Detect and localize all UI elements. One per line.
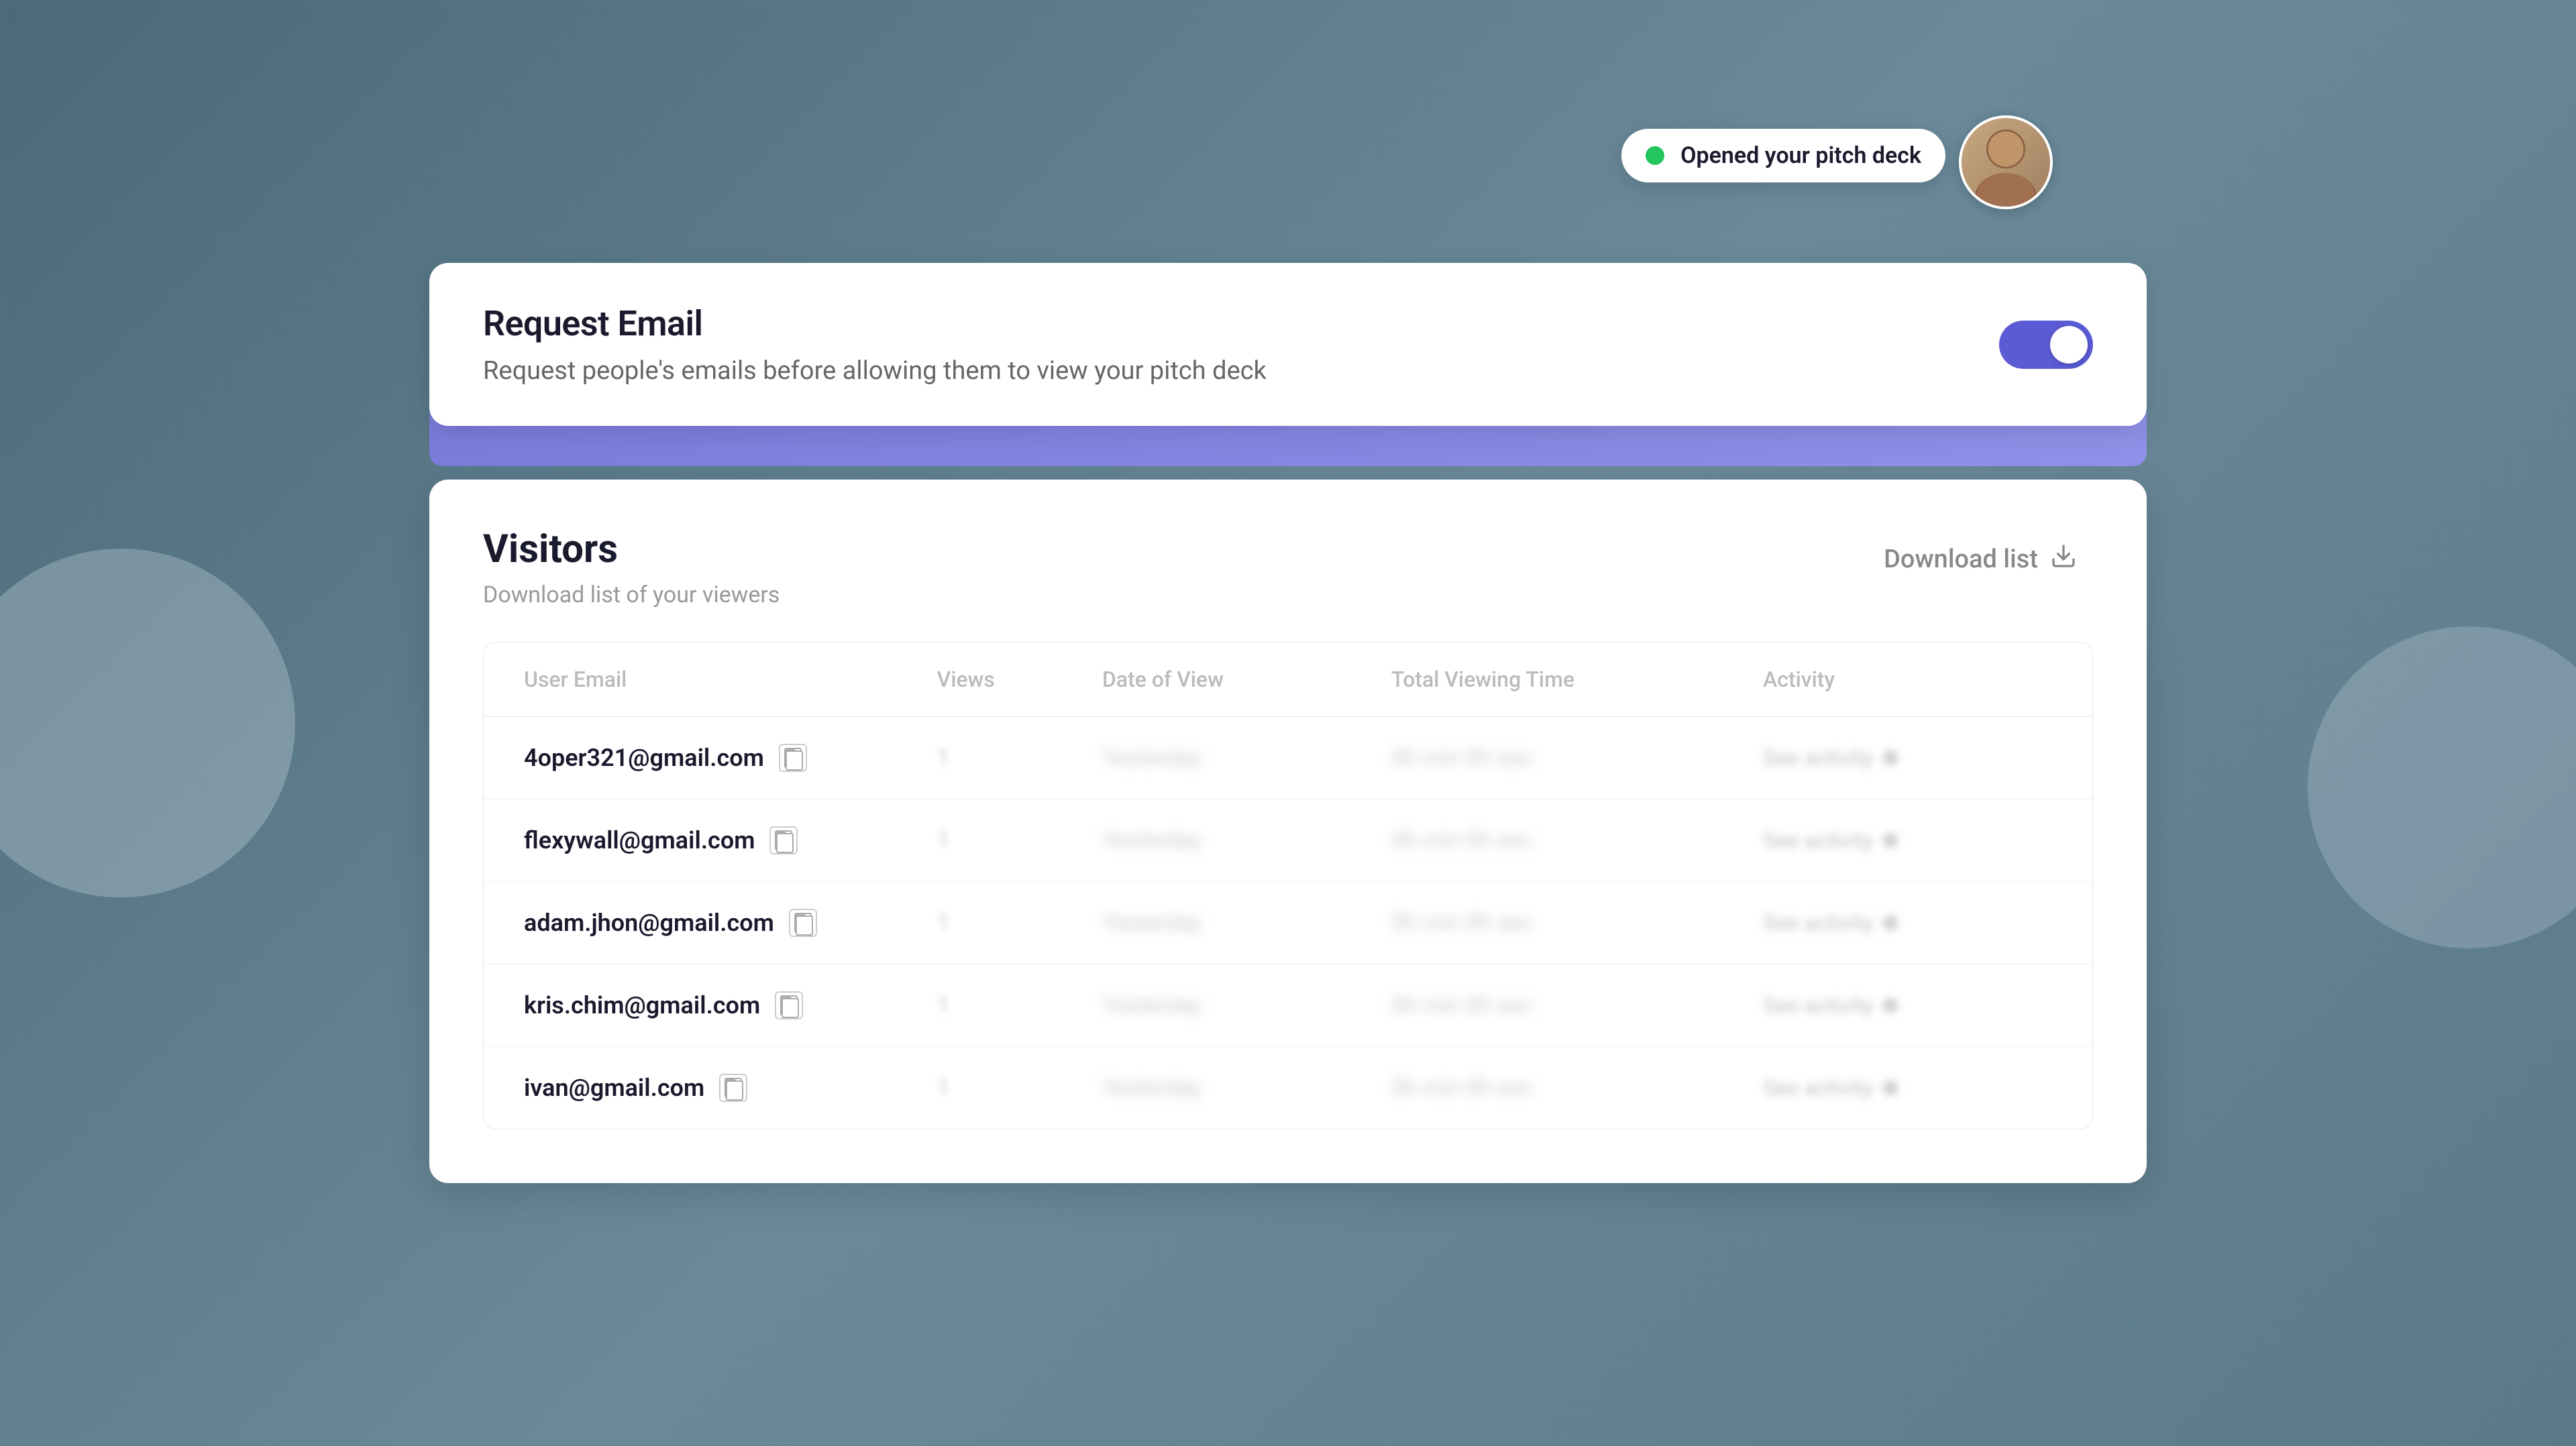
- email-text-1: 4oper321@gmail.com: [524, 744, 764, 772]
- email-text-5: ivan@gmail.com: [524, 1074, 704, 1102]
- email-text-4: kris.chim@gmail.com: [524, 991, 760, 1019]
- col-header-email: User Email: [524, 667, 937, 692]
- date-cell-1: Yesterday: [1102, 744, 1391, 771]
- activity-text-5: See activity: [1763, 1075, 1874, 1101]
- activity-text-1: See activity: [1763, 745, 1874, 771]
- activity-btn-3[interactable]: See activity: [1763, 910, 2052, 936]
- visitors-table: User Email Views Date of View Total View…: [483, 642, 2093, 1129]
- date-cell-4: Yesterday: [1102, 992, 1391, 1019]
- bg-decoration-right: [2308, 626, 2576, 948]
- activity-dot-4: [1883, 998, 1898, 1013]
- activity-btn-2[interactable]: See activity: [1763, 828, 2052, 853]
- bg-decoration-left: [0, 549, 295, 897]
- notification-badge: Opened your pitch deck: [1621, 129, 1945, 182]
- toggle-container[interactable]: [1999, 321, 2093, 369]
- date-cell-3: Yesterday: [1102, 909, 1391, 936]
- time-cell-4: 0h min 0h sec: [1391, 992, 1763, 1019]
- visitors-heading: Visitors: [483, 526, 780, 572]
- visitors-card: Visitors Download list of your viewers D…: [429, 480, 2147, 1183]
- activity-btn-4[interactable]: See activity: [1763, 993, 2052, 1018]
- request-email-title: Request Email: [483, 303, 1267, 344]
- date-cell-5: Yesterday: [1102, 1074, 1391, 1101]
- download-list-button[interactable]: Download list: [1868, 532, 2093, 587]
- email-cell-2: flexywall@gmail.com: [524, 826, 937, 854]
- email-cell-3: adam.jhon@gmail.com: [524, 909, 937, 937]
- request-email-description: Request people's emails before allowing …: [483, 356, 1267, 386]
- views-cell-5: 1: [937, 1074, 1102, 1101]
- table-row: adam.jhon@gmail.com 1 Yesterday 0h min 0…: [484, 882, 2092, 964]
- activity-text-3: See activity: [1763, 910, 1874, 936]
- copy-icon-4[interactable]: [775, 991, 803, 1019]
- notification-text: Opened your pitch deck: [1680, 142, 1921, 169]
- table-header: User Email Views Date of View Total View…: [484, 643, 2092, 717]
- copy-icon-1[interactable]: [779, 744, 807, 772]
- copy-icon-2[interactable]: [769, 826, 798, 854]
- activity-dot-3: [1883, 915, 1898, 930]
- activity-btn-1[interactable]: See activity: [1763, 745, 2052, 771]
- table-row: kris.chim@gmail.com 1 Yesterday 0h min 0…: [484, 964, 2092, 1047]
- col-header-date: Date of View: [1102, 667, 1391, 692]
- activity-dot-2: [1883, 833, 1898, 848]
- avatar-image: [1962, 118, 2050, 207]
- request-email-text: Request Email Request people's emails be…: [483, 303, 1267, 386]
- activity-dot-1: [1883, 750, 1898, 765]
- col-header-time: Total Viewing Time: [1391, 667, 1763, 692]
- email-cell-4: kris.chim@gmail.com: [524, 991, 937, 1019]
- activity-btn-5[interactable]: See activity: [1763, 1075, 2052, 1101]
- toggle-track[interactable]: [1999, 321, 2093, 369]
- email-cell-1: 4oper321@gmail.com: [524, 744, 937, 772]
- email-text-3: adam.jhon@gmail.com: [524, 909, 774, 937]
- toggle-thumb: [2050, 326, 2088, 364]
- copy-icon-3[interactable]: [789, 909, 817, 937]
- visitors-subtitle: Download list of your viewers: [483, 581, 780, 608]
- time-cell-1: 0h min 0h sec: [1391, 744, 1763, 771]
- activity-dot-5: [1883, 1080, 1898, 1095]
- views-cell-4: 1: [937, 992, 1102, 1019]
- avatar: [1959, 115, 2053, 209]
- visitors-title: Visitors Download list of your viewers: [483, 526, 780, 608]
- email-text-2: flexywall@gmail.com: [524, 826, 755, 854]
- time-cell-2: 0h min 0h sec: [1391, 827, 1763, 854]
- request-email-card: Request Email Request people's emails be…: [429, 263, 2147, 426]
- email-cell-5: ivan@gmail.com: [524, 1074, 937, 1102]
- time-cell-5: 0h min 0h sec: [1391, 1074, 1763, 1101]
- main-container: Request Email Request people's emails be…: [349, 263, 2227, 1183]
- views-cell-1: 1: [937, 744, 1102, 771]
- notification-dot: [1646, 146, 1664, 165]
- table-row: ivan@gmail.com 1 Yesterday 0h min 0h sec…: [484, 1047, 2092, 1129]
- download-icon: [2050, 543, 2077, 576]
- date-cell-2: Yesterday: [1102, 827, 1391, 854]
- activity-text-4: See activity: [1763, 993, 1874, 1018]
- visitors-header: Visitors Download list of your viewers D…: [483, 526, 2093, 608]
- activity-text-2: See activity: [1763, 828, 1874, 853]
- col-header-views: Views: [937, 667, 1102, 692]
- download-list-label: Download list: [1884, 545, 2038, 574]
- time-cell-3: 0h min 0h sec: [1391, 909, 1763, 936]
- copy-icon-5[interactable]: [719, 1074, 747, 1102]
- col-header-activity: Activity: [1763, 667, 2052, 692]
- table-row: flexywall@gmail.com 1 Yesterday 0h min 0…: [484, 799, 2092, 882]
- table-row: 4oper321@gmail.com 1 Yesterday 0h min 0h…: [484, 717, 2092, 799]
- views-cell-2: 1: [937, 827, 1102, 854]
- views-cell-3: 1: [937, 909, 1102, 936]
